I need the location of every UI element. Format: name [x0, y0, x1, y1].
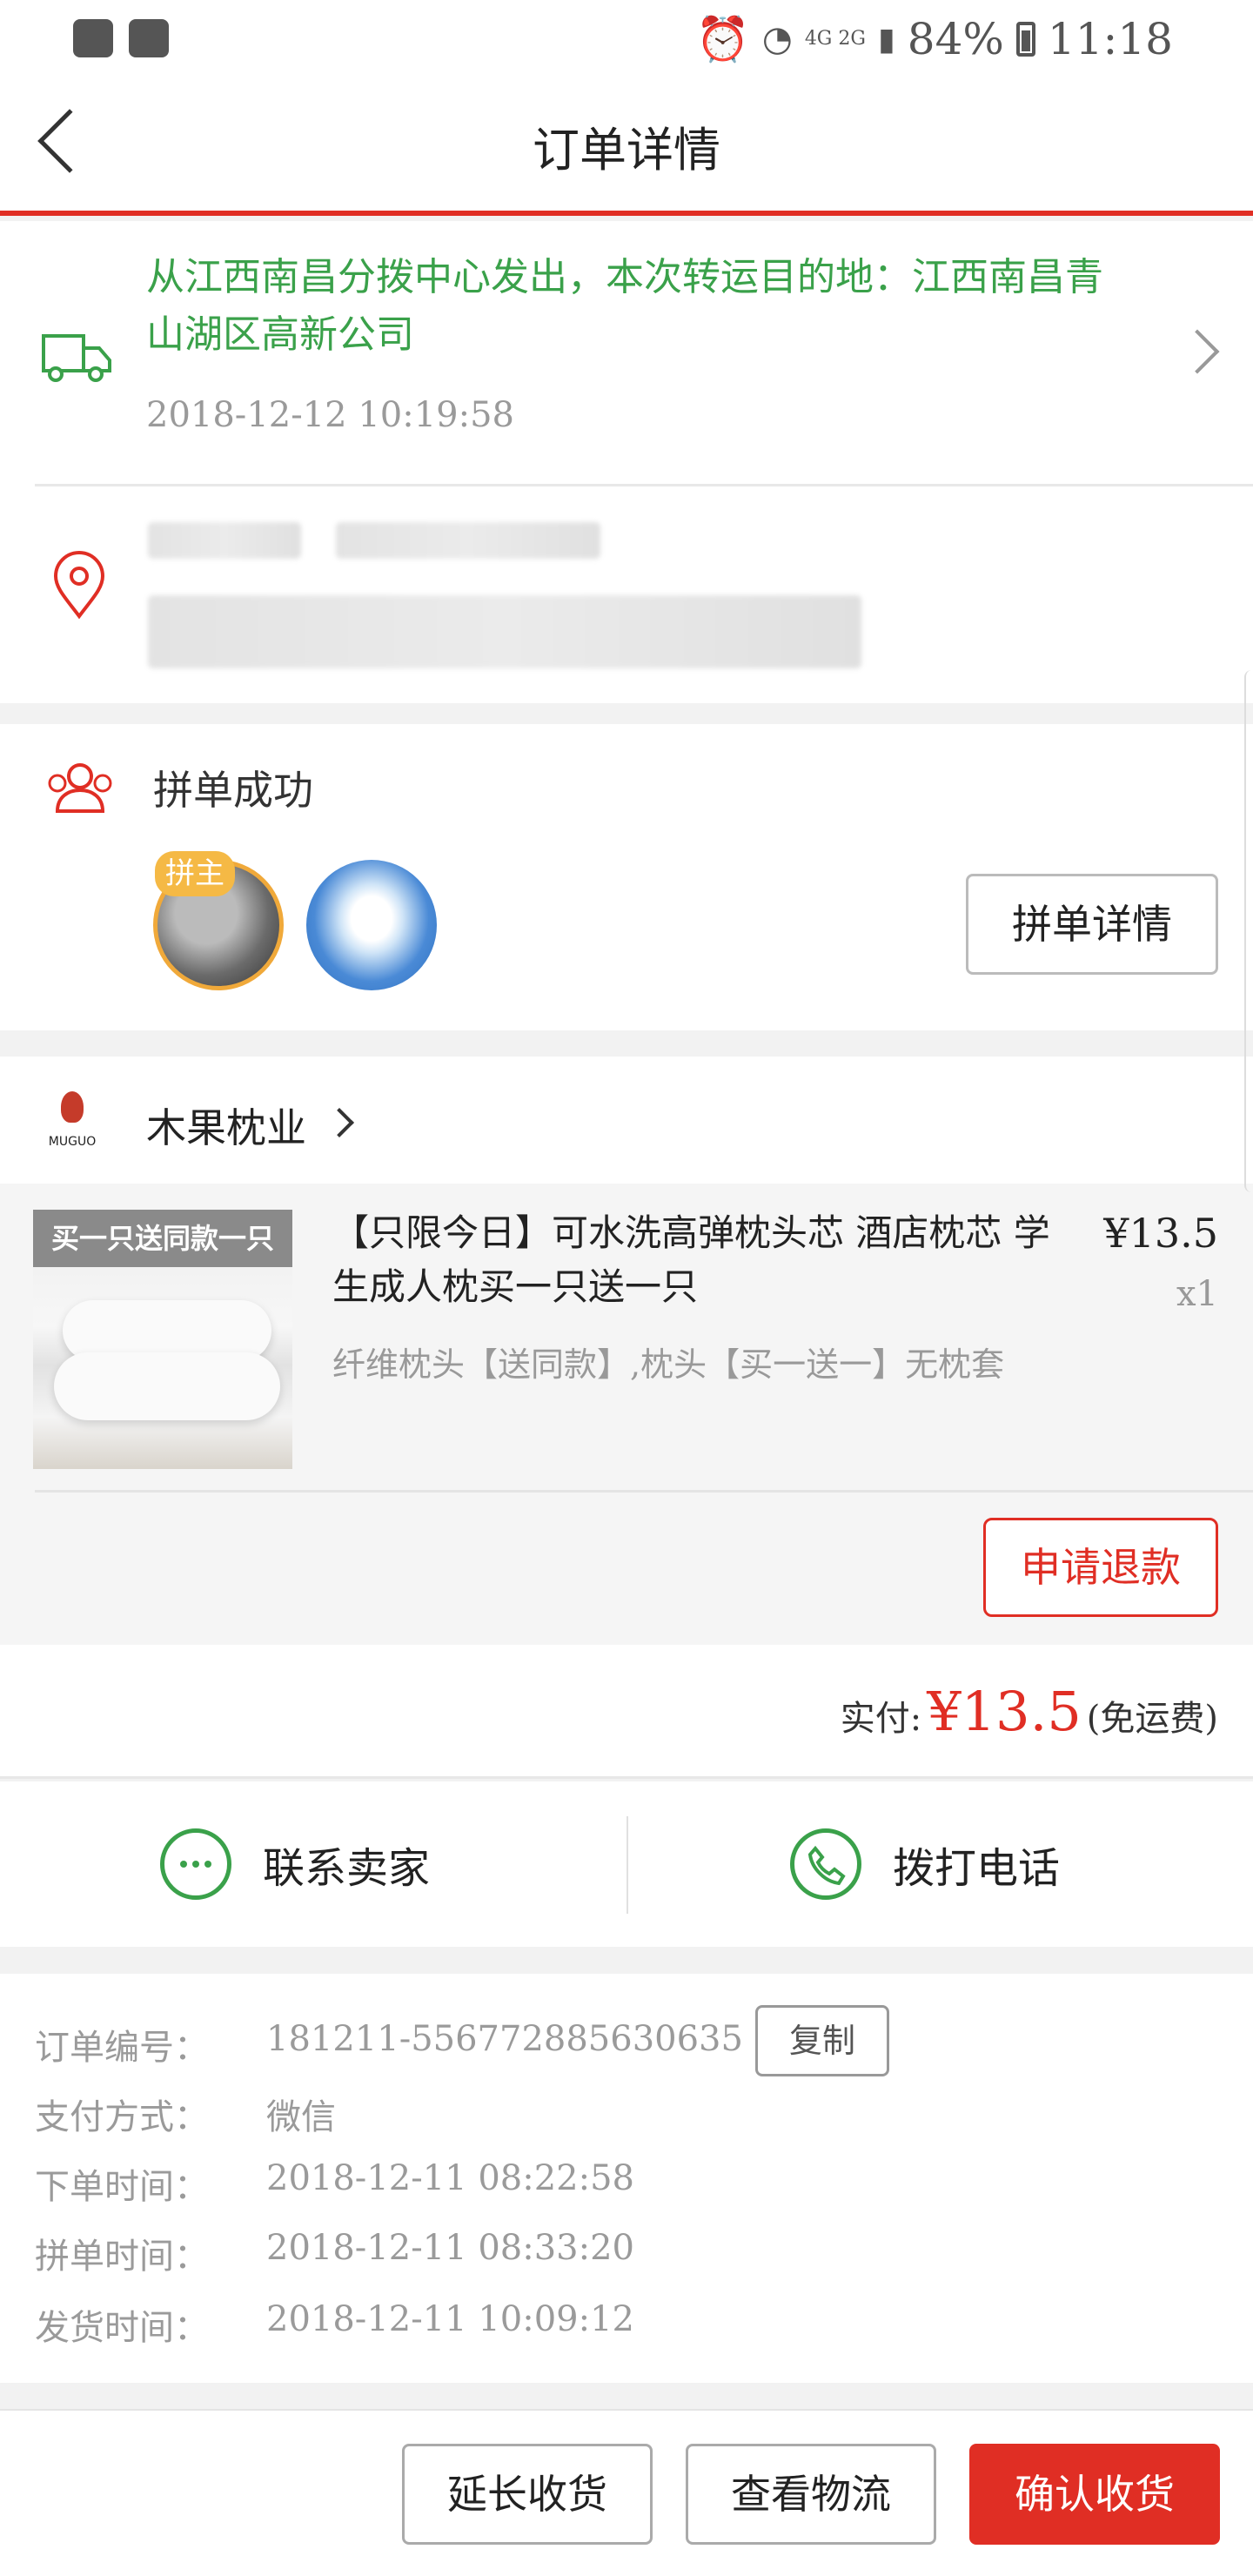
scrollbar[interactable] [1244, 670, 1253, 1192]
group-status: 拼单成功 [153, 767, 313, 814]
store-logo-text: MUGUO [48, 1135, 97, 1149]
group-users-icon [48, 763, 112, 813]
order-number: 181211-556772885630635 [266, 2019, 743, 2059]
product-image: 买一只送同款一只 [33, 1210, 292, 1469]
status-bar: ⏰ ◔ 4G 2G ▮ 84% 11:18 [0, 0, 1253, 77]
notification-icon [73, 19, 113, 57]
contact-bar: 联系卖家 拨打电话 [0, 1781, 1253, 1947]
truck-icon [42, 334, 111, 382]
recipient-name-redacted [148, 522, 301, 559]
logistics-message: 从江西南昌分拨中心发出，本次转运目的地：江西南昌青山湖区高新公司 [146, 255, 1103, 357]
order-time: 2018-12-11 08:22:58 [266, 2158, 634, 2198]
logistics-card[interactable]: 从江西南昌分拨中心发出，本次转运目的地：江西南昌青山湖区高新公司 2018-12… [0, 221, 1253, 703]
order-time-label: 下单时间： [35, 2167, 209, 2207]
location-pin-icon [53, 551, 105, 620]
chevron-right-icon [1175, 329, 1220, 374]
notification-icon [129, 19, 169, 57]
group-buy-card: 拼单成功 拼主 拼单详情 [0, 724, 1253, 1030]
group-time-row: 拼单时间： 2018-12-11 08:33:20 [35, 2228, 634, 2278]
recipient-phone-redacted [336, 522, 600, 559]
pay-method-label: 支付方式： [35, 2097, 209, 2137]
paid-amount: ¥13.5 [927, 1680, 1082, 1743]
contact-seller-button[interactable]: 联系卖家 [0, 1781, 626, 1947]
group-detail-button[interactable]: 拼单详情 [966, 874, 1218, 975]
host-badge: 拼主 [155, 851, 235, 896]
shipping-note: (免运费) [1086, 1699, 1218, 1739]
ship-time-row: 发货时间： 2018-12-11 10:09:12 [35, 2299, 634, 2350]
phone-icon [790, 1828, 861, 1900]
signal-icon: ▮ [877, 21, 895, 57]
store-name: 木果枕业 [146, 1104, 306, 1151]
logistics-time: 2018-12-12 10:19:58 [146, 395, 514, 435]
group-time: 2018-12-11 08:33:20 [266, 2228, 634, 2268]
order-number-label: 订单编号： [35, 2028, 209, 2068]
product-quantity: x1 [1176, 1274, 1218, 1314]
divider [35, 484, 1253, 486]
battery-icon [1015, 22, 1035, 57]
order-time-row: 下单时间： 2018-12-11 08:22:58 [35, 2158, 634, 2209]
copy-button[interactable]: 复制 [755, 2005, 889, 2076]
view-logistics-button[interactable]: 查看物流 [686, 2444, 936, 2545]
refund-button[interactable]: 申请退款 [983, 1518, 1218, 1617]
ship-time: 2018-12-11 10:09:12 [266, 2299, 634, 2339]
title-bar: 订单详情 [0, 77, 1253, 216]
order-info: 订单编号： 181211-556772885630635 复制 支付方式： 微信… [0, 1974, 1253, 2383]
extend-receipt-button[interactable]: 延长收货 [402, 2444, 653, 2545]
divider [35, 1490, 1253, 1493]
product-spec: 纤维枕头【送同款】,枕头【买一送一】无枕套 [332, 1345, 1005, 1384]
chevron-right-icon [325, 1108, 354, 1137]
address-redacted [148, 595, 861, 668]
product-item[interactable]: 买一只送同款一只 【只限今日】可水洗高弹枕头芯 酒店枕芯 学生成人枕买一只送一只… [0, 1184, 1253, 1645]
pillow-shape [54, 1352, 280, 1420]
wifi-icon: ◔ [761, 19, 793, 59]
ship-time-label: 发货时间： [35, 2308, 209, 2348]
bottom-action-bar: 延长收货 查看物流 确认收货 [0, 2409, 1253, 2576]
product-title: 【只限今日】可水洗高弹枕头芯 酒店枕芯 学生成人枕买一只送一只 [332, 1211, 1050, 1308]
confirm-receipt-button[interactable]: 确认收货 [969, 2444, 1220, 2545]
store-logo: MUGUO [35, 1091, 110, 1161]
chat-icon [160, 1828, 231, 1900]
page-title: 订单详情 [533, 123, 720, 178]
avatar [306, 860, 437, 990]
call-phone-button[interactable]: 拨打电话 [628, 1781, 1253, 1947]
clock: 11:18 [1047, 14, 1173, 64]
pay-method: 微信 [266, 2097, 336, 2137]
network-label: 4G 2G [804, 28, 866, 50]
pay-method-row: 支付方式： 微信 [35, 2089, 336, 2139]
status-indicators: ⏰ ◔ 4G 2G ▮ 84% 11:18 [696, 9, 1173, 70]
alarm-icon: ⏰ [695, 13, 750, 64]
order-number-row: 订单编号： 181211-556772885630635 [35, 2019, 743, 2070]
battery-percent: 84% [907, 14, 1004, 64]
group-time-label: 拼单时间： [35, 2237, 209, 2277]
product-image-banner: 买一只送同款一只 [33, 1210, 292, 1267]
product-price: ¥13.5 [1103, 1210, 1218, 1257]
call-phone-label: 拨打电话 [893, 1844, 1061, 1893]
store-header[interactable]: MUGUO 木果枕业 [0, 1057, 1253, 1184]
flame-icon [61, 1091, 84, 1123]
payment-summary: 实付: ¥13.5 (免运费) [0, 1645, 1253, 1779]
contact-seller-label: 联系卖家 [263, 1844, 431, 1893]
paid-label: 实付: [840, 1699, 922, 1739]
